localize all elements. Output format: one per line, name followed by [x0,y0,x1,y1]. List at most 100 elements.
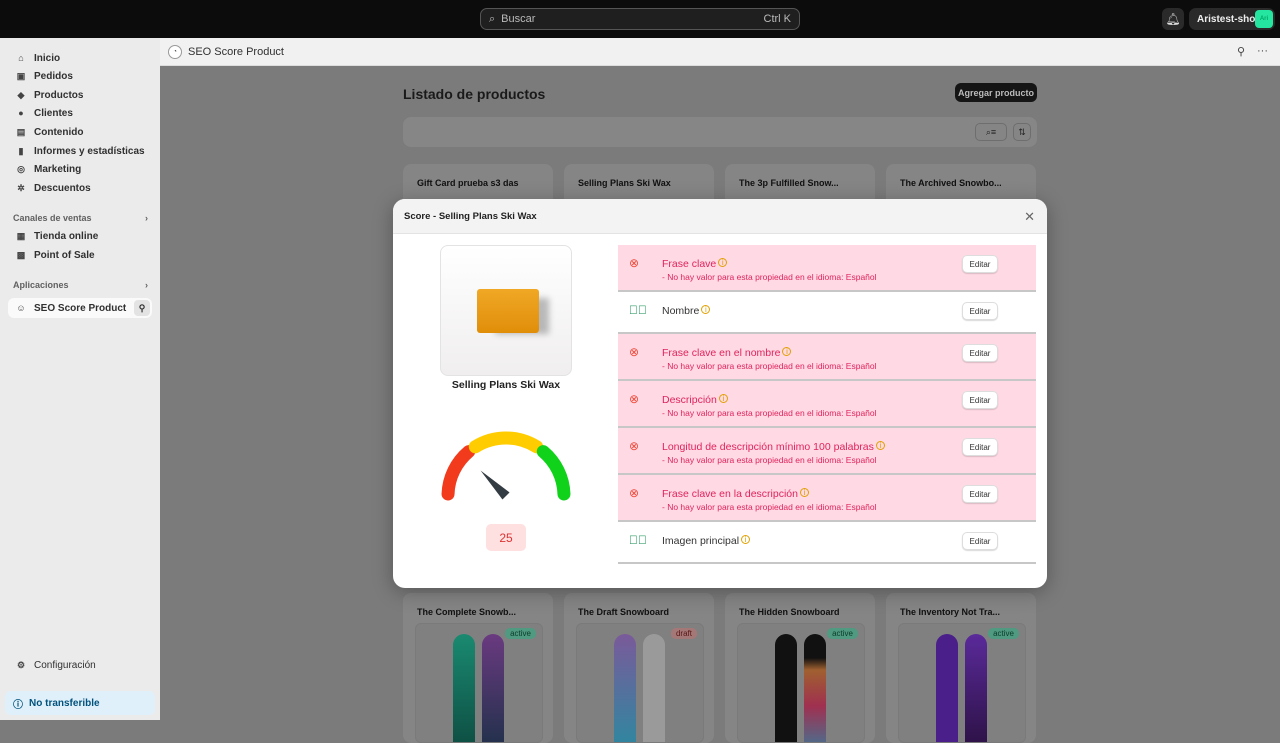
sidebar-item-tienda-online[interactable]: ▦ Tienda online [8,227,152,245]
info-icon[interactable]: i [799,488,809,497]
inbox-icon: ▣ [16,70,26,81]
product-card[interactable]: The Complete Snowb... active [403,593,553,743]
app-header: ◔ SEO Score Product ⚲ ··· [160,38,1280,66]
sidebar-item-informes[interactable]: ▮ Informes y estadísticas [8,142,152,160]
sidebar-item-point-of-sale[interactable]: ▩ Point of Sale [8,246,152,264]
status-badge: draft [670,628,697,639]
add-product-button[interactable]: Agregar producto [955,83,1037,102]
check-message: - No hay valor para esta propiedad en el… [662,455,877,465]
search-input[interactable]: ⌕ Buscar Ctrl K [480,8,800,30]
product-title: The Hidden Snowboard [739,607,840,617]
check-label: Imagen principal [662,535,740,547]
notice-text: No transferible [29,697,100,709]
pin-icon[interactable]: ⚲ [134,300,150,316]
product-card[interactable]: The Inventory Not Tra... active [886,593,1036,743]
search-icon: ⌕ [489,12,496,25]
non-transferable-notice[interactable]: ⓘ No transferible [5,691,155,715]
sort-button[interactable]: ⇅ [1013,123,1031,141]
sidebar-item-inicio[interactable]: ⌂ Inicio [8,49,152,67]
app-logo-icon: ☺ [16,303,26,313]
edit-button[interactable]: Editar [962,438,998,456]
sidebar-item-descuentos[interactable]: ✲ Descuentos [8,179,152,197]
product-title: The Archived Snowbo... [900,178,1002,188]
app-title: SEO Score Product [188,45,284,58]
section-label: Canales de ventas [13,213,92,223]
seo-check-row: ⊗ Longitud de descripción mínimo 100 pal… [618,428,1036,475]
search-placeholder: Buscar [501,13,536,25]
modal-header: Score - Selling Plans Ski Wax ✕ [393,199,1047,234]
person-icon: ● [18,108,24,118]
gear-icon: ⚙ [16,659,26,670]
product-title: The Complete Snowb... [417,607,517,617]
score-gauge [441,431,571,501]
sales-channels-header[interactable]: Canales de ventas › [13,213,148,223]
pin-icon[interactable]: ⚲ [1237,45,1245,58]
bell-icon: 🔔︎ [1165,12,1181,26]
app-logo-icon: ◔ [168,44,182,59]
edit-button[interactable]: Editar [962,344,998,362]
sidebar: ⌂ Inicio ▣ Pedidos ◆ Productos ● Clientes ▤ C… [0,38,160,720]
seo-check-row: ⊗ Frase clave i - No hay valor para esta … [618,245,1036,292]
content-icon: ▤ [16,126,26,137]
sidebar-item-configuracion[interactable]: ⚙ Configuración [8,656,152,674]
info-icon[interactable]: i [782,347,792,356]
sidebar-item-label: Configuración [34,659,96,671]
search-shortcut: Ctrl K [763,13,792,25]
check-label: Longitud de descripción mínimo 100 palab… [662,441,874,453]
info-icon[interactable]: i [741,535,751,544]
info-icon[interactable]: i [875,441,885,450]
score-modal: Score - Selling Plans Ski Wax ✕ Selling P… [393,199,1047,588]
info-icon[interactable]: i [718,258,728,267]
close-button[interactable]: ✕ [1024,209,1035,225]
sidebar-item-marketing[interactable]: ◎ Marketing [8,160,152,178]
edit-button[interactable]: Editar [962,532,998,550]
more-icon[interactable]: ··· [1257,45,1268,58]
sidebar-item-label: Tienda online [34,230,99,242]
product-image: active [737,623,865,743]
edit-button[interactable]: Editar [962,255,998,273]
check-message: - No hay valor para esta propiedad en el… [662,361,877,371]
edit-button[interactable]: Editar [962,391,998,409]
info-icon[interactable]: i [718,394,728,403]
info-icon: ⓘ [13,699,23,711]
avatar: Ari [1255,10,1273,28]
gauge-mid-segment [468,431,544,454]
edit-button[interactable]: Editar [962,485,998,503]
sidebar-item-label: Productos [34,89,84,101]
shop-name: Aristest-shop [1197,13,1262,25]
top-bar: ⌕ Buscar Ctrl K 🔔︎ Aristest-shop Ari [0,0,1280,38]
search-icon: ⌕≡ [985,126,997,137]
product-title: The Inventory Not Tra... [900,607,1001,617]
product-card[interactable]: The Draft Snowboard draft [564,593,714,743]
seo-check-row: ✓⃝ Imagen principal i Editar [618,522,1036,564]
chevron-right-icon: › [145,213,148,223]
sidebar-item-productos[interactable]: ◆ Productos [8,86,152,104]
product-name: Selling Plans Ski Wax [451,379,561,391]
shop-menu-button[interactable]: Aristest-shop Ari [1189,8,1275,30]
seo-checks-list[interactable]: ⊗ Frase clave i - No hay valor para esta … [618,245,1036,577]
product-title: Gift Card prueba s3 das [417,178,519,188]
search-filter-button[interactable]: ⌕≡ [975,123,1007,141]
status-badge: active [988,628,1019,639]
seo-check-row [618,564,1036,577]
sidebar-item-label: Marketing [34,163,82,175]
sidebar-item-seo-score-product[interactable]: ☺ SEO Score Product ⚲ [8,298,152,318]
info-icon[interactable]: i [701,305,711,314]
error-circle-icon: ⊗ [629,439,640,453]
notifications-button[interactable]: 🔔︎ [1162,8,1184,30]
error-circle-icon: ⊗ [629,486,640,500]
sort-icon: ⇅ [1018,126,1026,137]
sidebar-item-label: Pedidos [34,70,73,82]
check-label: Descripción [662,394,717,406]
product-card[interactable]: The Hidden Snowboard active [725,593,875,743]
edit-button[interactable]: Editar [962,302,998,320]
sidebar-item-label: Contenido [34,126,84,138]
sidebar-item-contenido[interactable]: ▤ Contenido [8,123,152,141]
filter-bar: ⌕≡ ⇅ [403,117,1037,147]
product-image: active [898,623,1026,743]
sidebar-item-clientes[interactable]: ● Clientes [8,104,152,122]
sidebar-item-pedidos[interactable]: ▣ Pedidos [8,67,152,85]
apps-header[interactable]: Aplicaciones › [13,280,148,290]
status-badge: active [505,628,536,639]
product-image [440,245,572,376]
